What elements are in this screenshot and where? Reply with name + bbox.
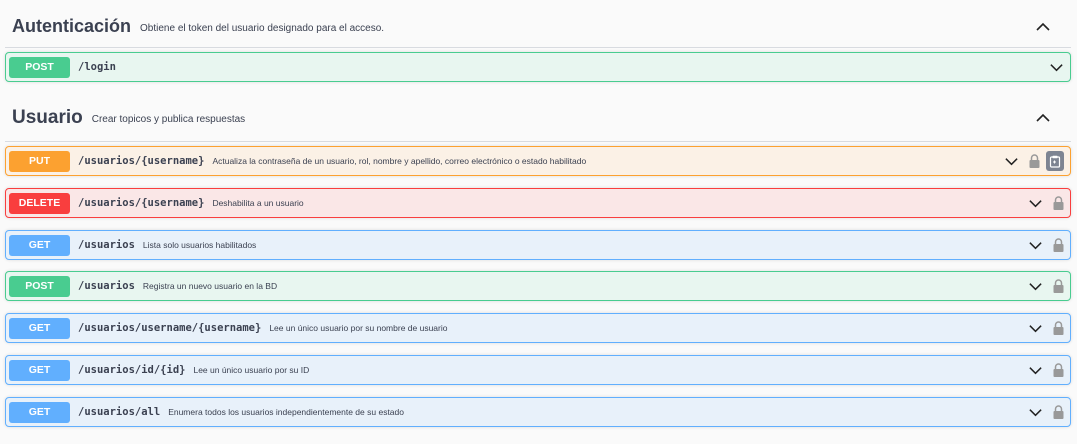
chevron-down-icon[interactable] xyxy=(1028,405,1043,420)
chevron-down-icon[interactable] xyxy=(1028,363,1043,378)
copy-to-clipboard-button[interactable] xyxy=(1046,151,1064,171)
operation-get-usuarios-username-username[interactable]: GET /usuarios/username/{username} Lee un… xyxy=(5,313,1071,343)
method-badge: GET xyxy=(9,401,70,423)
operation-path: /usuarios/username/{username} xyxy=(78,322,262,334)
chevron-down-icon[interactable] xyxy=(1028,321,1043,336)
method-badge: POST xyxy=(9,56,70,78)
chevron-down-icon[interactable] xyxy=(1028,279,1043,294)
method-badge: POST xyxy=(9,275,70,297)
method-badge: DELETE xyxy=(9,192,70,214)
operation-controls xyxy=(1028,231,1064,259)
tag-header-autenticacion[interactable]: Autenticación Obtiene el token del usuar… xyxy=(5,6,1071,48)
lock-icon[interactable] xyxy=(1029,154,1040,168)
operation-controls xyxy=(1028,398,1064,426)
operation-put-usuarios-username[interactable]: PUT /usuarios/{username} Actualiza la co… xyxy=(5,146,1071,176)
chevron-down-icon[interactable] xyxy=(1028,238,1043,253)
operation-summary: Lee un único usuario por su ID xyxy=(193,365,310,375)
lock-icon[interactable] xyxy=(1053,238,1064,252)
operation-controls xyxy=(1004,147,1064,175)
operation-delete-usuarios-username[interactable]: DELETE /usuarios/{username} Deshabilita … xyxy=(5,188,1071,218)
operation-controls xyxy=(1028,189,1064,217)
method-badge: GET xyxy=(9,234,70,256)
lock-icon[interactable] xyxy=(1053,196,1064,210)
lock-icon[interactable] xyxy=(1053,321,1064,335)
lock-icon[interactable] xyxy=(1053,363,1064,377)
copy-icon xyxy=(1049,155,1061,168)
tag-description: Crear topicos y publica respuestas xyxy=(91,113,246,125)
operation-path: /login xyxy=(78,61,116,73)
operation-summary: Registra un nuevo usuario en la BD xyxy=(142,281,278,291)
method-badge: PUT xyxy=(9,150,70,172)
operation-summary: Lee un único usuario por su nombre de us… xyxy=(269,323,448,333)
operation-summary: Deshabilita a un usuario xyxy=(212,198,304,208)
chevron-down-icon[interactable] xyxy=(1004,154,1019,169)
operation-post-usuarios[interactable]: POST /usuarios Registra un nuevo usuario… xyxy=(5,271,1071,301)
operation-path: /usuarios xyxy=(78,239,135,251)
operation-summary: Lista solo usuarios habilitados xyxy=(142,240,257,250)
operation-path: /usuarios/{username} xyxy=(78,155,205,167)
operation-path: /usuarios/{username} xyxy=(78,197,205,209)
operation-controls xyxy=(1028,272,1064,300)
tag-header-usuario[interactable]: Usuario Crear topicos y publica respuest… xyxy=(5,94,1071,142)
operation-post-login[interactable]: POST /login xyxy=(5,52,1071,82)
operation-summary: Actualiza la contraseña de un usuario, r… xyxy=(212,156,587,166)
tag-description: Obtiene el token del usuario designado p… xyxy=(140,22,385,34)
chevron-up-icon[interactable] xyxy=(1035,19,1051,35)
operation-summary: Enumera todos los usuarios independiente… xyxy=(168,407,404,417)
method-badge: GET xyxy=(9,317,70,339)
chevron-down-icon[interactable] xyxy=(1028,196,1043,211)
operation-get-usuarios-id[interactable]: GET /usuarios/id/{id} Lee un único usuar… xyxy=(5,355,1071,385)
operation-get-usuarios[interactable]: GET /usuarios Lista solo usuarios habili… xyxy=(5,230,1071,260)
chevron-down-icon[interactable] xyxy=(1049,60,1064,75)
tag-title: Usuario xyxy=(12,106,83,128)
operation-controls xyxy=(1028,314,1064,342)
operation-controls xyxy=(1049,53,1064,81)
lock-icon[interactable] xyxy=(1053,405,1064,419)
operation-path: /usuarios/all xyxy=(78,406,161,418)
operation-path: /usuarios xyxy=(78,280,135,292)
operation-path: /usuarios/id/{id} xyxy=(78,364,186,376)
lock-icon[interactable] xyxy=(1053,279,1064,293)
operation-get-usuarios-all[interactable]: GET /usuarios/all Enumera todos los usua… xyxy=(5,397,1071,427)
chevron-up-icon[interactable] xyxy=(1035,110,1051,126)
tag-title: Autenticación xyxy=(12,16,132,36)
operation-controls xyxy=(1028,356,1064,384)
method-badge: GET xyxy=(9,359,70,381)
